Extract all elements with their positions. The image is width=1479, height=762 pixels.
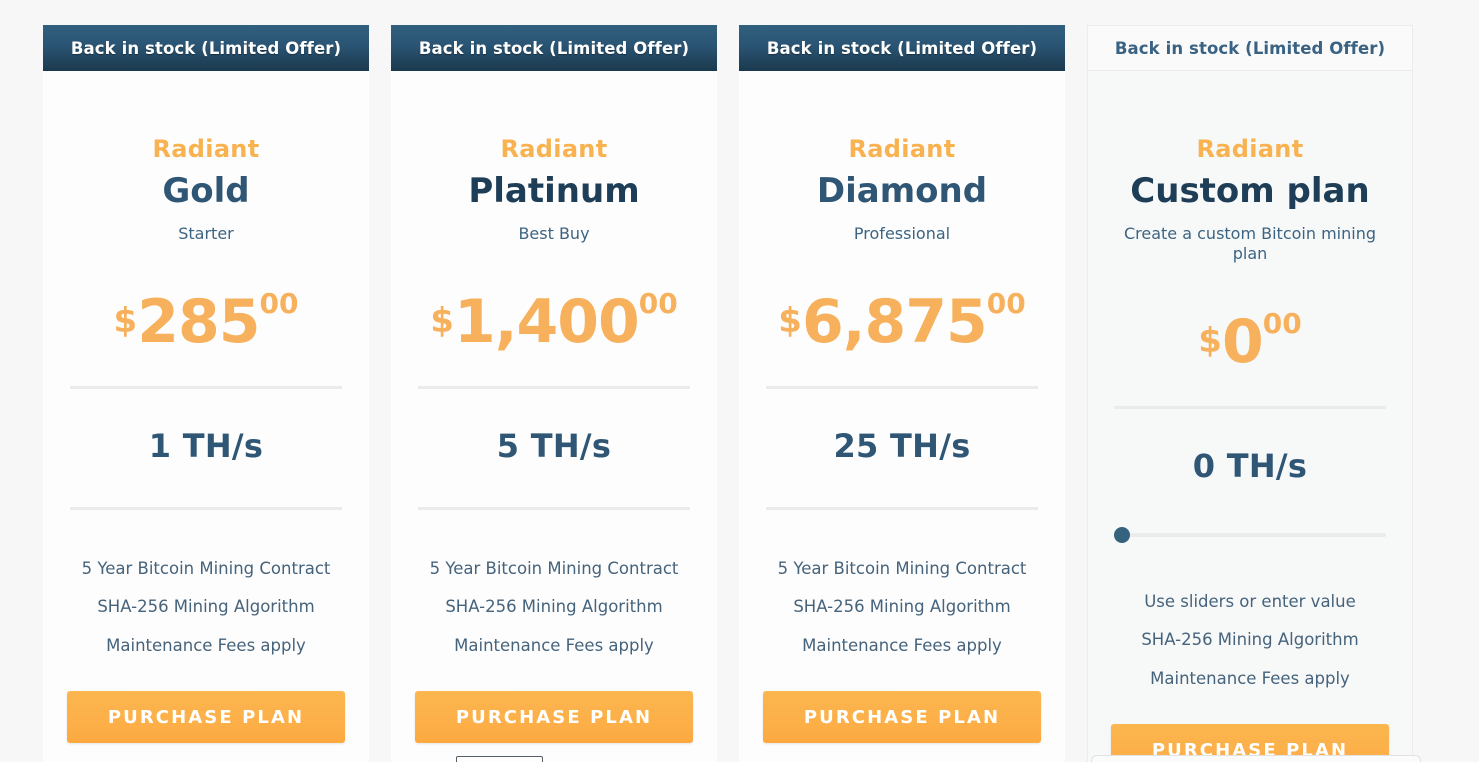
plan-price: $ 285 00 — [114, 282, 299, 356]
divider-above-hashrate — [70, 385, 342, 389]
plan-name: Platinum — [468, 171, 640, 211]
price-currency: $ — [778, 300, 802, 341]
divider-above-hashrate — [766, 385, 1038, 389]
price-cents: 00 — [1262, 306, 1302, 340]
feature-item: Maintenance Fees apply — [106, 635, 306, 655]
divider-above-hashrate — [1114, 405, 1386, 409]
divider-below-hashrate — [766, 506, 1038, 510]
feature-item: Maintenance Fees apply — [1150, 668, 1350, 688]
purchase-plan-button[interactable]: PURCHASE PLAN — [763, 691, 1041, 744]
stock-ribbon: Back in stock (Limited Offer) — [739, 25, 1065, 71]
price-amount: 0 — [1221, 306, 1264, 377]
brand-name: Radiant — [1196, 135, 1304, 163]
brand-name: Radiant — [848, 135, 956, 163]
purchase-plan-button[interactable]: PURCHASE PLAN — [67, 691, 345, 744]
plan-name: Diamond — [816, 171, 988, 211]
stock-ribbon-label: Back in stock (Limited Offer) — [1114, 38, 1386, 58]
plan-card-body: Radiant Platinum Best Buy $ 1,400 00 5 T… — [391, 71, 717, 762]
plan-tagline: Starter — [178, 223, 234, 243]
stock-ribbon: Back in stock (Limited Offer) — [1087, 25, 1413, 71]
plan-card-body: Radiant Diamond Professional $ 6,875 00 … — [739, 71, 1065, 762]
price-currency: $ — [113, 300, 138, 341]
feature-item: Use sliders or enter value — [1144, 591, 1356, 611]
divider-above-hashrate — [418, 385, 690, 389]
hashrate-value: 5 TH/s — [496, 426, 612, 465]
price-amount: 6,875 — [801, 286, 988, 357]
feature-list: 5 Year Bitcoin Mining Contract SHA-256 M… — [413, 550, 695, 666]
feature-item: 5 Year Bitcoin Mining Contract — [429, 558, 679, 578]
divider-below-hashrate — [70, 506, 342, 510]
pricing-plans-grid: Back in stock (Limited Offer) Radiant Go… — [0, 0, 1479, 762]
plan-tagline: Best Buy — [518, 223, 590, 243]
plan-card-body: Radiant Custom plan Create a custom Bitc… — [1087, 71, 1413, 762]
feature-item: 5 Year Bitcoin Mining Contract — [777, 558, 1027, 578]
price-amount: 285 — [137, 286, 260, 357]
plan-card-diamond: Back in stock (Limited Offer) Radiant Di… — [739, 25, 1065, 762]
feature-list: 5 Year Bitcoin Mining Contract SHA-256 M… — [761, 550, 1043, 666]
plan-card-gold: Back in stock (Limited Offer) Radiant Go… — [43, 25, 369, 762]
slider-handle[interactable] — [1114, 526, 1130, 543]
price-currency: $ — [430, 300, 454, 341]
hashrate-slider[interactable] — [1114, 526, 1386, 543]
plan-price: $ 0 00 — [1198, 302, 1301, 376]
price-currency: $ — [1198, 320, 1222, 361]
feature-item: Maintenance Fees apply — [454, 635, 654, 655]
plan-price: $ 1,400 00 — [430, 282, 677, 356]
plan-name: Gold — [162, 171, 250, 211]
brand-name: Radiant — [500, 135, 608, 163]
stock-ribbon-label: Back in stock (Limited Offer) — [70, 38, 342, 58]
price-cents: 00 — [259, 286, 299, 320]
hashrate-value: 1 TH/s — [148, 426, 264, 465]
plan-tagline: Create a custom Bitcoin mining plan — [1123, 223, 1376, 263]
feature-item: SHA-256 Mining Algorithm — [445, 597, 663, 617]
price-cents: 00 — [638, 286, 678, 320]
plan-name: Custom plan — [1130, 171, 1370, 211]
partial-input-below-platinum[interactable] — [456, 756, 543, 762]
plan-card-platinum: Back in stock (Limited Offer) Radiant Pl… — [391, 25, 717, 762]
stock-ribbon: Back in stock (Limited Offer) — [43, 25, 369, 71]
hashrate-value: 0 TH/s — [1192, 446, 1308, 485]
price-cents: 00 — [986, 286, 1026, 320]
plan-card-body: Radiant Gold Starter $ 285 00 1 TH/s 5 Y… — [43, 71, 369, 762]
partial-panel-bottom-right[interactable] — [1091, 755, 1421, 762]
feature-item: SHA-256 Mining Algorithm — [97, 597, 315, 617]
hashrate-value: 25 TH/s — [833, 426, 971, 465]
plan-price: $ 6,875 00 — [778, 282, 1025, 356]
price-amount: 1,400 — [453, 286, 640, 357]
feature-item: SHA-256 Mining Algorithm — [1141, 630, 1359, 650]
plan-card-custom: Back in stock (Limited Offer) Radiant Cu… — [1087, 25, 1413, 762]
feature-item: SHA-256 Mining Algorithm — [793, 597, 1011, 617]
feature-item: 5 Year Bitcoin Mining Contract — [81, 558, 331, 578]
brand-name: Radiant — [152, 135, 260, 163]
plan-tagline: Professional — [853, 223, 951, 243]
stock-ribbon-label: Back in stock (Limited Offer) — [766, 38, 1038, 58]
feature-item: Maintenance Fees apply — [802, 635, 1002, 655]
stock-ribbon: Back in stock (Limited Offer) — [391, 25, 717, 71]
slider-track[interactable] — [1114, 532, 1386, 537]
feature-list: Use sliders or enter value SHA-256 Minin… — [1110, 583, 1390, 699]
divider-below-hashrate — [418, 506, 690, 510]
stock-ribbon-label: Back in stock (Limited Offer) — [418, 38, 690, 58]
purchase-plan-button[interactable]: PURCHASE PLAN — [415, 691, 693, 744]
feature-list: 5 Year Bitcoin Mining Contract SHA-256 M… — [65, 550, 347, 666]
